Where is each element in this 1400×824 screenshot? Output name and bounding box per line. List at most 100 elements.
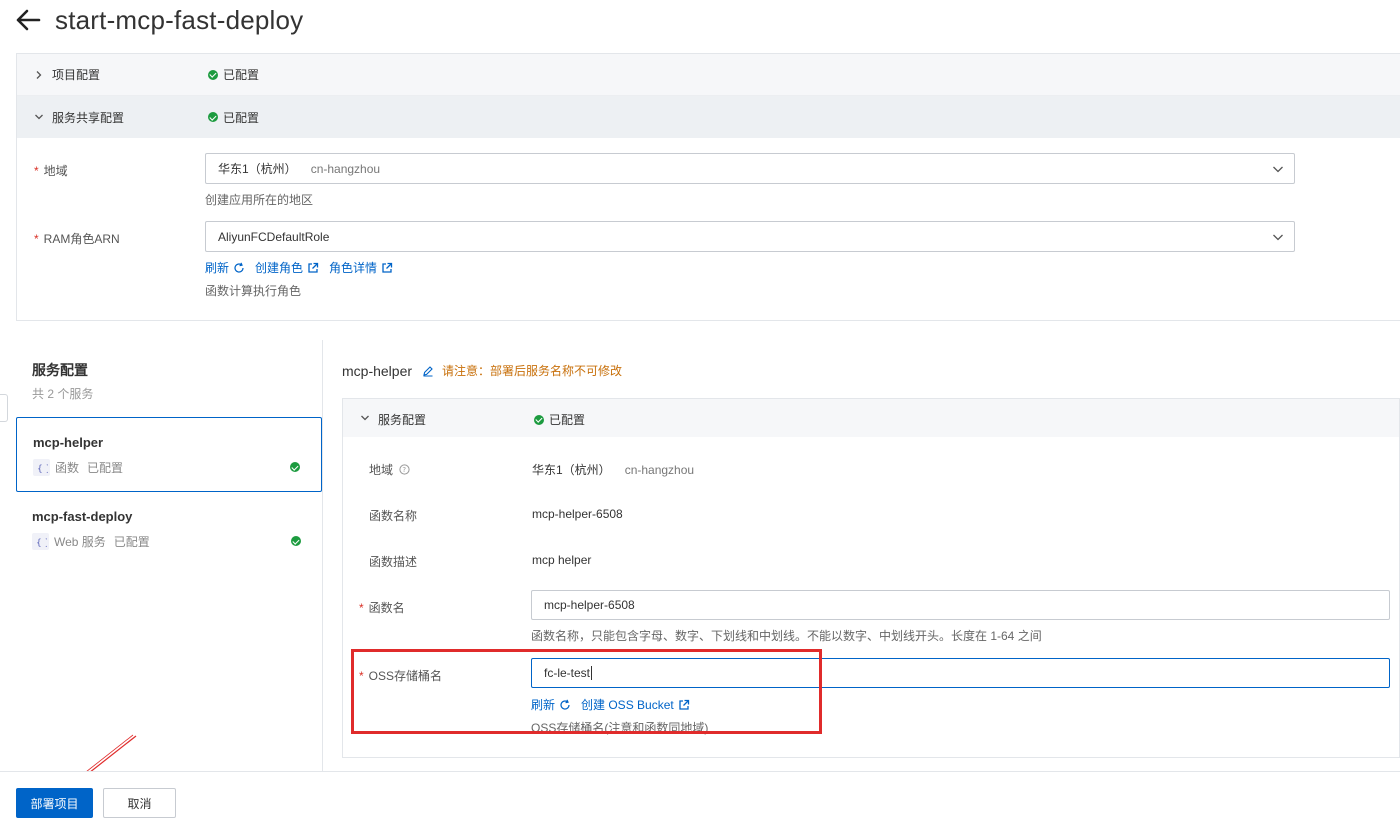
service-list-title: 服务配置 (32, 362, 88, 378)
svg-text:{ }: { } (36, 538, 47, 548)
refresh-icon (234, 262, 244, 273)
service-card-mcp-fast-deploy[interactable]: mcp-fast-deploy { } Web 服务 已配置 (16, 492, 322, 567)
cancel-button[interactable]: 取消 (103, 788, 176, 818)
required-mark: * (34, 232, 39, 246)
detail-region-value: 华东1（杭州） cn-hangzhou (532, 461, 694, 478)
service-name: mcp-fast-deploy (32, 509, 133, 524)
function-desc-value: mcp helper (532, 553, 592, 567)
service-meta: { } 函数 已配置 (33, 459, 123, 476)
region-help: 创建应用所在的地区 (205, 193, 314, 207)
svg-text:?: ? (402, 466, 406, 474)
function-name-display-label: 函数名称 (369, 509, 418, 523)
required-mark: * (359, 668, 364, 683)
detail-region-value-text: 华东1（杭州） (532, 463, 611, 477)
service-type: Web 服务 (54, 535, 106, 549)
project-config-row[interactable]: 项目配置 已配置 (17, 54, 1400, 96)
oss-bucket-input-value: fc-le-test (544, 666, 591, 680)
status-text: 已配置 (223, 110, 260, 125)
service-status: 已配置 (87, 461, 124, 475)
shared-config-panel: 项目配置 已配置 服务共享配置 已配置 * 地域 华东1（杭州） cn-hangz… (16, 53, 1400, 321)
chevron-down-icon (1273, 234, 1283, 241)
service-detail-name: mcp-helper (342, 362, 413, 379)
function-name-label: * 函数名 (359, 599, 405, 616)
shared-config-label: 服务共享配置 (52, 110, 125, 125)
create-role-link[interactable]: 创建角色 (255, 259, 319, 276)
refresh-link-text: 刷新 (205, 261, 230, 275)
check-circle-icon (208, 69, 218, 80)
chevron-down-icon (1273, 166, 1283, 173)
check-circle-icon (290, 462, 300, 472)
detail-region-label: 地域 ? (369, 461, 410, 478)
oss-bucket-input[interactable]: fc-le-test (531, 658, 1390, 688)
oss-bucket-label: * OSS存储桶名 (359, 667, 442, 684)
service-type: 函数 (55, 461, 80, 475)
function-icon: { } (33, 459, 50, 476)
ram-role-select[interactable]: AliyunFCDefaultRole (205, 221, 1295, 252)
function-name-input[interactable]: mcp-helper-6508 (531, 590, 1390, 620)
service-status: 已配置 (113, 535, 150, 549)
service-meta: { } Web 服务 已配置 (32, 533, 150, 550)
ram-role-label: * RAM角色ARN (34, 230, 120, 247)
question-circle-icon[interactable]: ? (399, 464, 410, 475)
region-label-text: 地域 (43, 164, 68, 178)
required-mark: * (359, 600, 364, 615)
region-select-sub: cn-hangzhou (310, 161, 381, 176)
function-name-display-value: mcp-helper-6508 (532, 507, 623, 521)
edit-icon[interactable] (422, 365, 434, 377)
check-circle-icon (208, 112, 218, 122)
create-oss-bucket-link-text: 创建 OSS Bucket (581, 698, 674, 712)
role-details-link[interactable]: 角色详情 (329, 259, 393, 276)
check-circle-icon (534, 414, 544, 425)
text-cursor (591, 666, 593, 680)
arrow-left-icon[interactable] (14, 7, 42, 33)
role-details-link-text: 角色详情 (329, 261, 378, 275)
detail-region-label-text: 地域 (369, 463, 394, 477)
service-detail-header: mcp-helper 请注意：部署后服务名称不可修改 (342, 362, 622, 379)
chevron-down-icon (361, 415, 369, 421)
detail-region-value-sub: cn-hangzhou (624, 463, 695, 477)
service-config-box: 服务配置 已配置 地域 ? 华东1（杭州） cn-hangzhou 函数名称 mc… (342, 398, 1400, 758)
required-mark: * (34, 164, 39, 178)
region-select[interactable]: 华东1（杭州） cn-hangzhou (205, 153, 1295, 184)
shared-config-status: 已配置 (208, 109, 259, 126)
svg-text:{ }: { } (37, 464, 48, 474)
service-config-row[interactable]: 服务配置 已配置 (343, 399, 1399, 437)
oss-bucket-links: 刷新 创建 OSS Bucket (531, 696, 700, 713)
rename-warning: 请注意：部署后服务名称不可修改 (442, 364, 623, 378)
external-link-icon (308, 262, 319, 273)
chevron-right-icon (36, 71, 42, 79)
project-config-status: 已配置 (208, 66, 259, 83)
status-text: 已配置 (549, 413, 586, 427)
region-select-value: 华东1（杭州） (218, 162, 297, 176)
service-detail-panel: mcp-helper 请注意：部署后服务名称不可修改 服务配置 已配置 地域 ? (342, 340, 1400, 772)
page-title: start-mcp-fast-deploy (55, 5, 304, 35)
shared-config-row[interactable]: 服务共享配置 已配置 (17, 96, 1400, 138)
oss-bucket-label-text: OSS存储桶名 (368, 669, 443, 683)
ram-role-help: 函数计算执行角色 (205, 284, 302, 298)
refresh-link[interactable]: 刷新 (531, 696, 571, 713)
footer-bar: 部署项目 取消 (0, 771, 1400, 824)
external-link-icon (382, 262, 393, 273)
refresh-link[interactable]: 刷新 (205, 259, 245, 276)
ram-role-select-value: AliyunFCDefaultRole (218, 229, 330, 244)
service-card-mcp-helper[interactable]: mcp-helper { } 函数 已配置 (16, 417, 322, 492)
refresh-link-text: 刷新 (531, 698, 556, 712)
create-oss-bucket-link[interactable]: 创建 OSS Bucket (581, 696, 690, 713)
create-role-link-text: 创建角色 (255, 261, 304, 275)
service-list-panel: 服务配置 共 2 个服务 mcp-helper { } 函数 已配置 mcp-f… (16, 340, 323, 772)
service-name: mcp-helper (33, 435, 104, 450)
deploy-project-button[interactable]: 部署项目 (16, 788, 93, 818)
service-config-label: 服务配置 (378, 413, 427, 427)
function-name-label-text: 函数名 (368, 601, 405, 615)
project-config-label: 项目配置 (52, 68, 101, 82)
check-circle-icon (291, 536, 301, 546)
ram-role-links: 刷新 创建角色 角色详情 (205, 259, 403, 276)
external-link-icon (679, 699, 689, 710)
region-label: * 地域 (34, 162, 68, 179)
ram-role-label-text: RAM角色ARN (43, 232, 120, 246)
chevron-down-icon (35, 114, 43, 120)
oss-bucket-help: OSS存储桶名(注意和函数同地域) (531, 721, 709, 735)
function-desc-label: 函数描述 (369, 555, 418, 569)
sidebar-toggle-handle[interactable] (0, 394, 8, 422)
service-config-status: 已配置 (534, 411, 585, 428)
